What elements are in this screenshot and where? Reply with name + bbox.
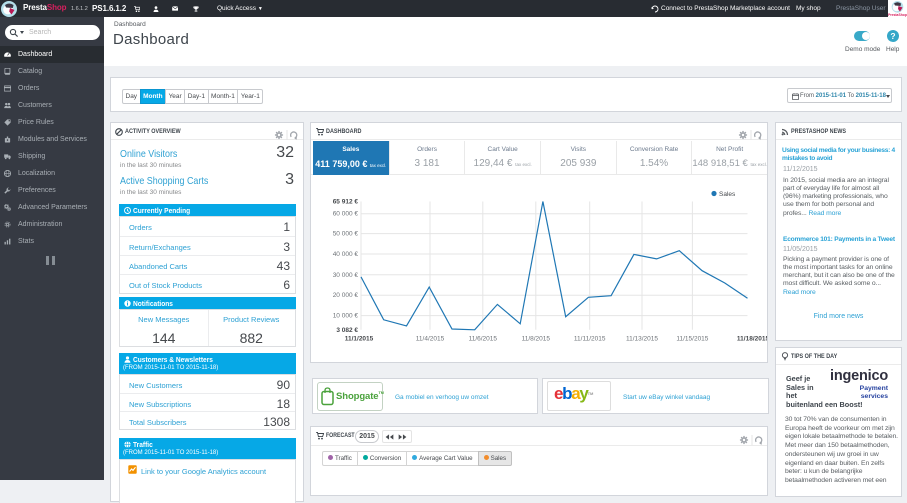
svg-text:PrestaShop: PrestaShop: [888, 13, 907, 17]
svg-text:11/15/2015: 11/15/2015: [676, 335, 708, 342]
svg-text:60 000 €: 60 000 €: [333, 211, 359, 218]
svg-text:11/4/2015: 11/4/2015: [416, 335, 445, 342]
svg-text:11/6/2015: 11/6/2015: [469, 335, 498, 342]
svg-text:20 000 €: 20 000 €: [333, 292, 359, 299]
svg-text:50 000 €: 50 000 €: [333, 231, 359, 238]
svg-text:10 000 €: 10 000 €: [333, 313, 359, 320]
svg-text:11/8/2015: 11/8/2015: [522, 335, 551, 342]
svg-text:3 082 €: 3 082 €: [336, 327, 358, 334]
svg-text:11/13/2015: 11/13/2015: [626, 335, 658, 342]
svg-text:11/1/2015: 11/1/2015: [345, 335, 374, 342]
svg-text:11/11/2015: 11/11/2015: [574, 335, 606, 342]
svg-text:40 000 €: 40 000 €: [333, 251, 359, 258]
svg-text:Sales: Sales: [719, 191, 736, 198]
svg-text:65 912 €: 65 912 €: [333, 199, 359, 206]
svg-text:11/18/2015: 11/18/2015: [737, 335, 767, 342]
svg-text:30 000 €: 30 000 €: [333, 272, 359, 279]
